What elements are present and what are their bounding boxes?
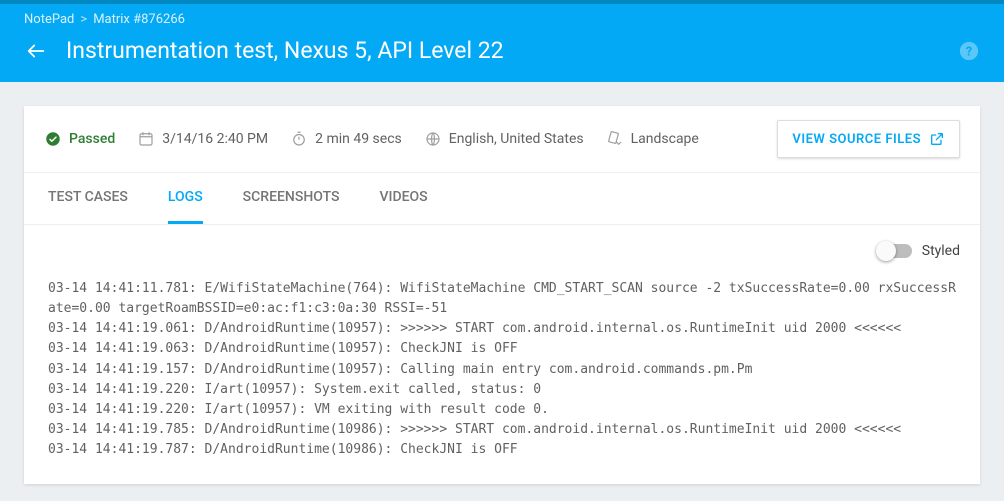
breadcrumb-item-2[interactable]: Matrix #876266 [93,12,185,27]
results-card: Passed 3/14/16 2:40 PM 2 min 49 secs Eng… [24,106,980,484]
styled-toggle[interactable] [878,244,912,258]
styled-toggle-label: Styled [922,243,960,259]
stopwatch-icon [290,130,308,148]
orientation-label: Landscape [631,131,699,147]
tab-bar: TEST CASES LOGS SCREENSHOTS VIDEOS [24,173,980,224]
breadcrumb-item-1[interactable]: NotePad [24,12,74,27]
external-link-icon [929,131,945,147]
status-badge: Passed [69,131,115,147]
locale-label: English, United States [449,131,584,147]
header: NotePad > Matrix #876266 Instrumentation… [0,4,1004,82]
help-button[interactable]: ? [958,40,980,62]
check-circle-icon [44,130,62,148]
back-button[interactable] [24,39,48,63]
breadcrumb-separator: > [80,12,87,27]
calendar-icon [137,130,155,148]
log-output: 03-14 14:41:11.781: E/WifiStateMachine(7… [24,273,980,484]
datetime-label: 3/14/16 2:40 PM [162,131,268,147]
tab-videos[interactable]: VIDEOS [379,173,427,224]
tab-test-cases[interactable]: TEST CASES [48,173,128,224]
log-toolbar: Styled [24,224,980,273]
duration-label: 2 min 49 secs [315,131,402,147]
view-source-files-button[interactable]: VIEW SOURCE FILES [777,120,960,158]
status-bar: Passed 3/14/16 2:40 PM 2 min 49 secs Eng… [24,106,980,173]
tab-screenshots[interactable]: SCREENSHOTS [243,173,340,224]
breadcrumb: NotePad > Matrix #876266 [24,12,980,27]
help-icon: ? [958,40,980,62]
svg-text:?: ? [966,44,972,59]
arrow-left-icon [25,40,47,62]
tab-logs[interactable]: LOGS [168,173,203,224]
page-title: Instrumentation test, Nexus 5, API Level… [66,37,940,64]
view-source-label: VIEW SOURCE FILES [792,132,921,147]
globe-icon [424,130,442,148]
orientation-icon [606,130,624,148]
